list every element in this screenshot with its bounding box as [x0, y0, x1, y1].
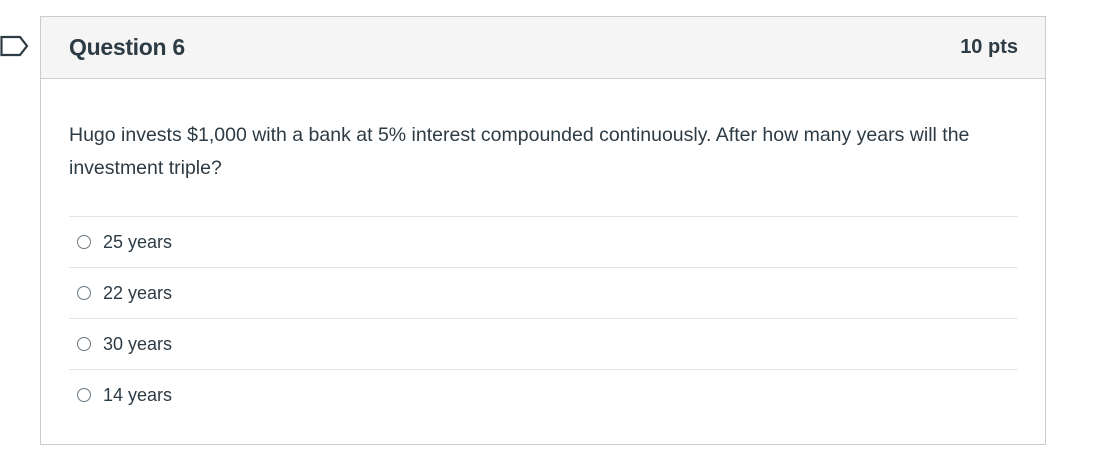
flag-question-icon[interactable] [0, 35, 30, 57]
answer-option[interactable]: 22 years [69, 268, 1018, 319]
question-title: Question 6 [69, 34, 185, 60]
answer-label: 14 years [103, 384, 173, 405]
answer-option[interactable]: 25 years [69, 217, 1018, 268]
radio-button[interactable] [77, 337, 91, 351]
answer-label: 25 years [103, 231, 173, 252]
answer-option[interactable]: 14 years [69, 370, 1018, 420]
question-points: 10 pts [960, 36, 1018, 58]
question-body: Hugo invests $1,000 with a bank at 5% in… [41, 79, 1045, 420]
radio-button[interactable] [77, 286, 91, 300]
answer-label: 30 years [103, 333, 173, 354]
answer-label: 22 years [103, 282, 173, 303]
question-card: Question 6 10 pts Hugo invests $1,000 wi… [40, 16, 1046, 445]
radio-button[interactable] [77, 235, 91, 249]
radio-button[interactable] [77, 388, 91, 402]
answer-option[interactable]: 30 years [69, 319, 1018, 370]
question-header: Question 6 10 pts [41, 17, 1045, 79]
question-text: Hugo invests $1,000 with a bank at 5% in… [69, 124, 970, 179]
answer-list: 25 years 22 years 30 years 14 years [69, 216, 1018, 420]
